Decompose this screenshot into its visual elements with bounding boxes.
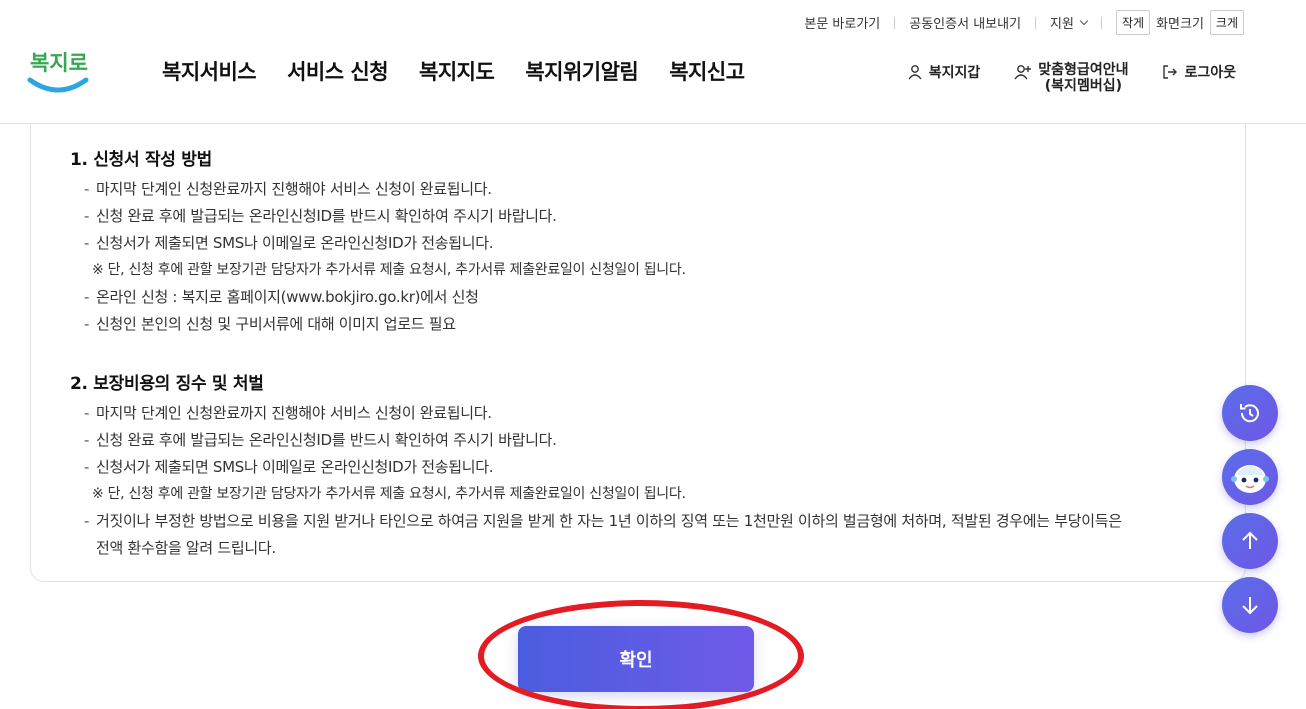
list-item-line1: 거짓이나 부정한 방법으로 비용을 지원 받거나 타인으로 하여금 지원을 받게… xyxy=(96,512,1122,530)
recent-history-button[interactable] xyxy=(1222,385,1278,441)
arrow-down-icon xyxy=(1242,597,1258,615)
note-item: ※ 단, 신청 후에 관할 보장기관 담당자가 추가서류 제출 요청시, 추가서… xyxy=(92,486,686,502)
chevron-down-icon xyxy=(1079,16,1089,25)
list-item: 신청서가 제출되면 SMS나 이메일로 온라인신청ID가 전송됩니다. xyxy=(70,454,1122,481)
utility-bar: 본문 바로가기 공동인증서 내보내기 지원 작게 화면크기 크게 xyxy=(804,10,1244,35)
divider xyxy=(1035,16,1037,29)
list-item: 신청 완료 후에 발급되는 온라인신청ID를 반드시 확인하여 주시기 바랍니다… xyxy=(70,427,1122,454)
membership-label: 맞춤형급여안내 (복지멤버십) xyxy=(1038,62,1128,94)
list-item: 마지막 단계인 신청완료까지 진행해야 서비스 신청이 완료됩니다. xyxy=(70,400,1122,427)
main-navigation: 복지서비스 서비스 신청 복지지도 복지위기알림 복지신고 xyxy=(162,56,745,86)
nav-welfare-report[interactable]: 복지신고 xyxy=(669,56,745,86)
logout-label: 로그아웃 xyxy=(1184,65,1236,81)
skip-to-content-link[interactable]: 본문 바로가기 xyxy=(804,13,880,32)
divider xyxy=(894,16,896,29)
list-item: 신청 완료 후에 발급되는 온라인신청ID를 반드시 확인하여 주시기 바랍니다… xyxy=(70,203,686,230)
logout-icon xyxy=(1163,65,1178,79)
welfare-wallet-link[interactable]: 복지지갑 xyxy=(907,62,981,94)
person-add-icon xyxy=(1014,65,1032,80)
logo-mark: 복지로 xyxy=(27,51,89,93)
list-item: 신청인 본인의 신청 및 구비서류에 대해 이미지 업로드 필요 xyxy=(70,311,686,338)
section-cost-collection: 2. 보장비용의 징수 및 처벌 마지막 단계인 신청완료까지 진행해야 서비스… xyxy=(70,369,1122,562)
nav-welfare-map[interactable]: 복지지도 xyxy=(419,56,495,86)
section-list: 마지막 단계인 신청완료까지 진행해야 서비스 신청이 완료됩니다. 신청 완료… xyxy=(70,176,686,338)
bokjiro-logo[interactable]: 복지로 xyxy=(26,44,90,96)
user-menu: 복지지갑 맞춤형급여안내 (복지멤버십) 로그아웃 xyxy=(907,62,1236,94)
scroll-top-button[interactable] xyxy=(1222,513,1278,569)
cert-export-link[interactable]: 공동인증서 내보내기 xyxy=(909,13,1021,32)
font-size-label: 화면크기 xyxy=(1156,17,1204,32)
history-icon xyxy=(1240,404,1259,423)
person-icon xyxy=(908,65,922,80)
arrow-up-icon xyxy=(1242,531,1258,549)
confirm-area: 확인 xyxy=(518,626,754,692)
section-list: 마지막 단계인 신청완료까지 진행해야 서비스 신청이 완료됩니다. 신청 완료… xyxy=(70,400,1122,562)
note-item: ※ 단, 신청 후에 관할 보장기관 담당자가 추가서류 제출 요청시, 추가서… xyxy=(92,262,686,278)
welfare-wallet-label: 복지지갑 xyxy=(928,65,981,81)
chatbot-icon xyxy=(1231,465,1269,493)
list-item-line2: 전액 환수함을 알려 드립니다. xyxy=(96,539,276,557)
membership-label-line1: 맞춤형급여안내 xyxy=(1038,62,1129,78)
chatbot-button[interactable] xyxy=(1222,449,1278,505)
support-label: 지원 xyxy=(1050,17,1074,32)
section-application-method: 1. 신청서 작성 방법 마지막 단계인 신청완료까지 진행해야 서비스 신청이… xyxy=(70,145,686,338)
nav-welfare-crisis-alert[interactable]: 복지위기알림 xyxy=(525,56,638,86)
membership-link[interactable]: 맞춤형급여안내 (복지멤버십) xyxy=(1014,62,1128,94)
list-item: 신청서가 제출되면 SMS나 이메일로 온라인신청ID가 전송됩니다. xyxy=(70,230,686,257)
font-large-button[interactable]: 크게 xyxy=(1209,10,1244,35)
divider xyxy=(1100,16,1102,29)
section-title: 2. 보장비용의 징수 및 처벌 xyxy=(70,374,264,394)
support-dropdown[interactable]: 지원 xyxy=(1050,13,1089,32)
nav-service-application[interactable]: 서비스 신청 xyxy=(287,56,388,86)
section-title: 1. 신청서 작성 방법 xyxy=(70,150,212,170)
logo-text: 복지로 xyxy=(30,51,88,75)
font-small-button[interactable]: 작게 xyxy=(1115,10,1151,35)
nav-welfare-services[interactable]: 복지서비스 xyxy=(162,56,257,86)
confirm-button[interactable]: 확인 xyxy=(518,626,754,692)
membership-label-line2: (복지멤버십) xyxy=(1044,78,1122,94)
list-item: 마지막 단계인 신청완료까지 진행해야 서비스 신청이 완료됩니다. xyxy=(70,176,686,203)
scroll-bottom-button[interactable] xyxy=(1222,577,1278,633)
logout-link[interactable]: 로그아웃 xyxy=(1162,62,1236,94)
site-header: 본문 바로가기 공동인증서 내보내기 지원 작게 화면크기 크게 복지로 복지서… xyxy=(0,0,1306,124)
list-item: 온라인 신청 : 복지로 홈페이지(www.bokjiro.go.kr)에서 신… xyxy=(70,284,686,311)
list-item: 거짓이나 부정한 방법으로 비용을 지원 받거나 타인으로 하여금 지원을 받게… xyxy=(70,508,1122,562)
